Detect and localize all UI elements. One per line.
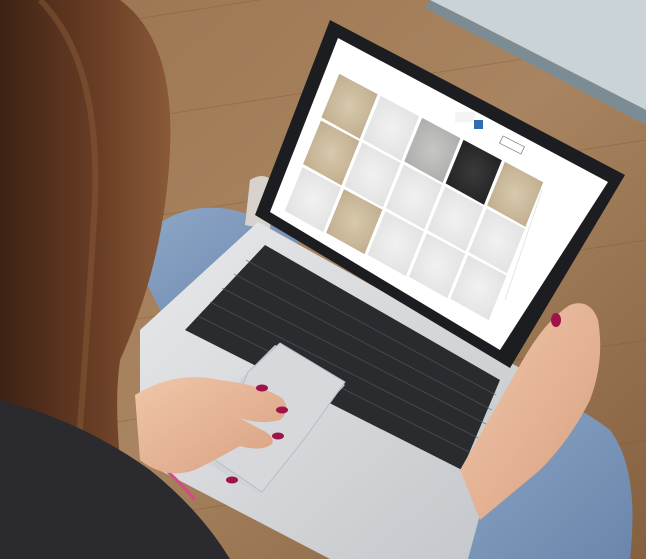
site-logo-icon[interactable] [474,120,483,129]
photo-scene [0,0,646,559]
nail-1 [256,384,268,392]
nail-5 [551,313,561,327]
nail-4 [226,476,238,484]
nail-3 [272,432,284,440]
photo-frame [0,0,646,559]
site-logo-text[interactable] [455,112,475,122]
nail-2 [276,406,288,414]
